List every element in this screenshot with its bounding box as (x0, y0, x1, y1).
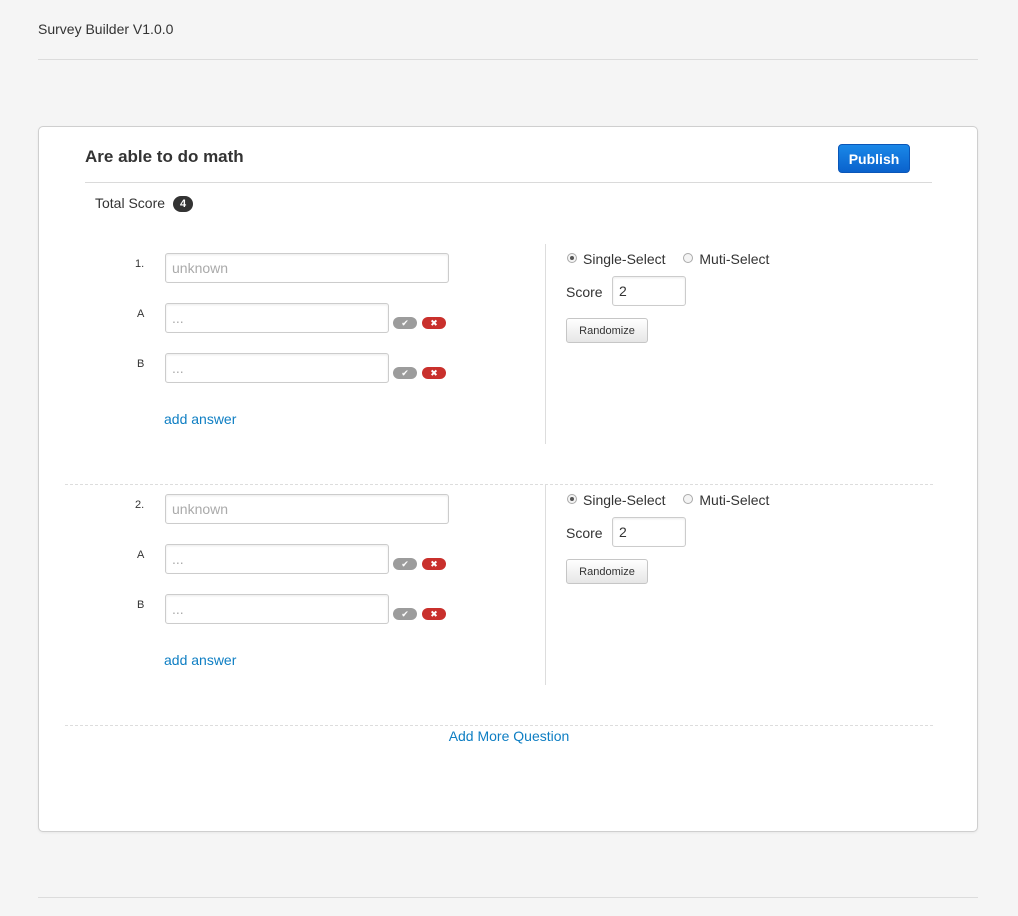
select-mode-group: Single-Select Muti-Select (567, 492, 783, 508)
add-answer-link[interactable]: add answer (164, 411, 236, 427)
check-icon[interactable]: ✔ (393, 317, 417, 329)
option-text-input[interactable] (165, 353, 389, 383)
question-block: 2. A ✔ ✖ B ✔ ✖ add answer Single-Select … (65, 485, 933, 726)
multi-select-radio[interactable]: Muti-Select (683, 492, 769, 508)
question-number: 2. (135, 499, 145, 511)
option-text-input[interactable] (165, 594, 389, 624)
survey-title: Are able to do math (85, 147, 244, 166)
option-letter: A (137, 549, 145, 561)
single-select-radio[interactable]: Single-Select (567, 492, 666, 508)
randomize-button[interactable]: Randomize (566, 559, 648, 584)
app-title: Survey Builder V1.0.0 (38, 21, 174, 37)
multi-select-radio[interactable]: Muti-Select (683, 251, 769, 267)
multi-select-label: Muti-Select (699, 251, 770, 267)
check-icon[interactable]: ✔ (393, 608, 417, 620)
score-label: Score (566, 525, 603, 541)
header-divider (38, 59, 978, 60)
single-select-radio[interactable]: Single-Select (567, 251, 666, 267)
remove-icon[interactable]: ✖ (422, 317, 446, 329)
radio-unchecked-icon (683, 253, 694, 263)
randomize-button[interactable]: Randomize (566, 318, 648, 343)
question-divider (65, 725, 933, 726)
option-text-input[interactable] (165, 544, 389, 574)
option-letter: B (137, 358, 145, 370)
option-letter: A (137, 308, 145, 320)
check-icon[interactable]: ✔ (393, 367, 417, 379)
option-text-input[interactable] (165, 303, 389, 333)
score-input[interactable] (612, 276, 686, 306)
question-column-divider (545, 485, 546, 685)
check-icon[interactable]: ✔ (393, 558, 417, 570)
total-score-badge: 4 (172, 196, 194, 212)
single-select-label: Single-Select (583, 492, 666, 508)
footer-divider (38, 897, 978, 898)
single-select-label: Single-Select (583, 251, 666, 267)
remove-icon[interactable]: ✖ (422, 608, 446, 620)
publish-button[interactable]: Publish (838, 144, 910, 173)
question-text-input[interactable] (165, 494, 449, 524)
title-divider (85, 182, 932, 183)
radio-checked-icon (567, 253, 577, 263)
score-label: Score (566, 284, 603, 300)
remove-icon[interactable]: ✖ (422, 367, 446, 379)
select-mode-group: Single-Select Muti-Select (567, 251, 783, 267)
remove-icon[interactable]: ✖ (422, 558, 446, 570)
option-letter: B (137, 599, 145, 611)
add-more-question-link[interactable]: Add More Question (39, 728, 979, 744)
question-block: 1. A ✔ ✖ B ✔ ✖ add answer Single-Select … (65, 244, 933, 485)
radio-unchecked-icon (683, 494, 694, 504)
question-text-input[interactable] (165, 253, 449, 283)
total-score: Total Score 4 (95, 195, 194, 212)
survey-panel: Are able to do math Publish Total Score … (38, 126, 978, 832)
score-input[interactable] (612, 517, 686, 547)
question-number: 1. (135, 258, 145, 270)
question-column-divider (545, 244, 546, 444)
total-score-label: Total Score (95, 195, 166, 211)
add-answer-link[interactable]: add answer (164, 652, 236, 668)
radio-checked-icon (567, 494, 577, 504)
multi-select-label: Muti-Select (699, 492, 770, 508)
